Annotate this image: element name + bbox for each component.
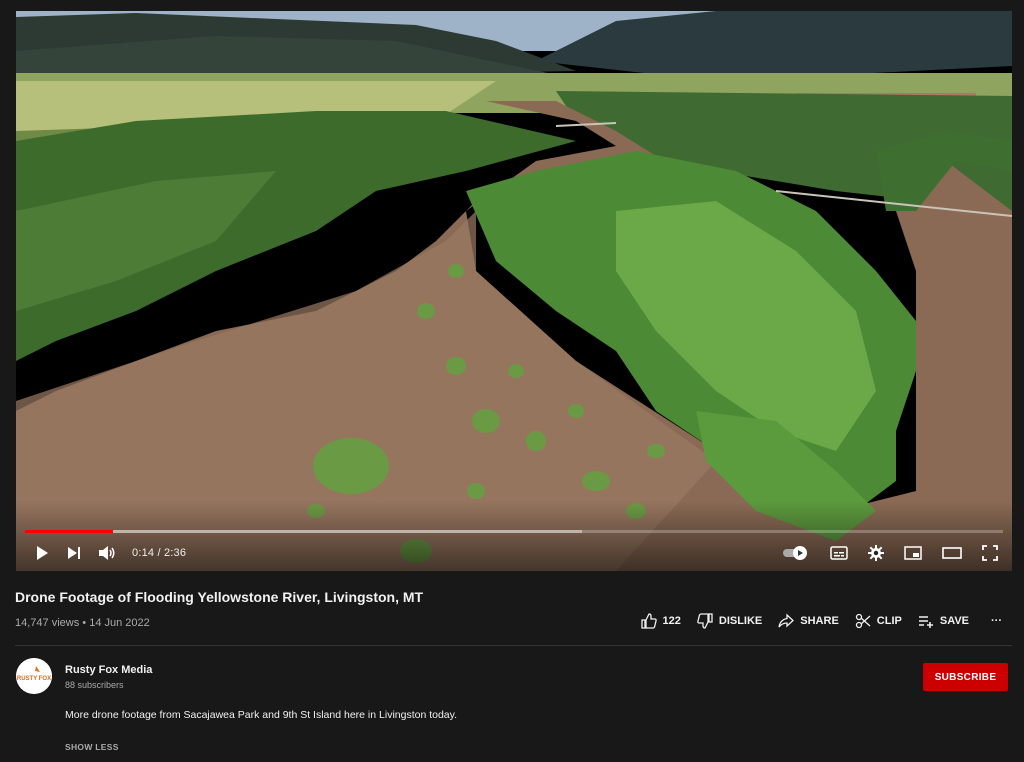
view-count: 14,747 views — [15, 617, 80, 629]
thumbs-up-icon — [640, 613, 657, 629]
player-controls: 0:14 / 2:36 — [16, 538, 1012, 568]
progress-played — [25, 530, 114, 533]
watch-page: 0:14 / 2:36 Drone Footage of Flooding Ye… — [0, 0, 1024, 762]
thumbs-down-icon — [697, 613, 713, 629]
more-actions-button[interactable]: ··· — [991, 615, 1002, 627]
volume-icon — [99, 546, 115, 560]
autoplay-toggle[interactable] — [782, 538, 810, 568]
subscriber-count: 88 subscribers — [65, 680, 124, 690]
video-meta: 14,747 views • 14 Jun 2022 — [15, 617, 150, 629]
dislike-button[interactable]: DISLIKE — [697, 613, 762, 629]
subtitles-button[interactable] — [830, 538, 848, 568]
channel-avatar[interactable]: RUSTY FOX — [16, 658, 52, 694]
autoplay-toggle-icon — [783, 546, 807, 560]
share-label: SHARE — [800, 615, 839, 627]
fullscreen-icon — [982, 545, 998, 561]
clip-button[interactable]: CLIP — [855, 613, 902, 629]
play-button[interactable] — [34, 538, 50, 568]
action-bar: 122 DISLIKE SHARE CLIP SAVE ··· — [625, 613, 1002, 629]
theater-mode-icon — [942, 547, 962, 559]
meta-separator: • — [82, 617, 87, 629]
clip-label: CLIP — [876, 615, 902, 627]
settings-gear-icon — [868, 545, 884, 561]
svg-text:RUSTY FOX: RUSTY FOX — [17, 676, 51, 682]
fullscreen-button[interactable] — [982, 538, 998, 568]
dislike-label: DISLIKE — [718, 615, 763, 627]
subtitles-icon — [830, 546, 848, 560]
time-display: 0:14 / 2:36 — [132, 547, 187, 559]
subscribe-button[interactable]: SUBSCRIBE — [923, 663, 1008, 691]
volume-button[interactable] — [98, 538, 116, 568]
video-description: More drone footage from Sacajawea Park a… — [65, 709, 458, 721]
playlist-add-icon — [918, 616, 933, 628]
miniplayer-icon — [904, 546, 922, 560]
show-less-button[interactable]: SHOW LESS — [65, 742, 119, 752]
video-player[interactable]: 0:14 / 2:36 — [16, 11, 1012, 571]
rusty-fox-logo-icon: RUSTY FOX — [16, 658, 52, 694]
channel-name[interactable]: Rusty Fox Media — [65, 664, 152, 676]
play-icon — [37, 546, 48, 560]
more-icon: ··· — [991, 615, 1002, 627]
section-divider — [15, 645, 1012, 646]
miniplayer-button[interactable] — [904, 538, 922, 568]
like-button[interactable]: 122 — [640, 613, 681, 629]
share-icon — [778, 613, 795, 628]
video-title: Drone Footage of Flooding Yellowstone Ri… — [15, 589, 424, 605]
theater-mode-button[interactable] — [942, 538, 962, 568]
next-icon — [68, 547, 80, 559]
save-label: SAVE — [939, 615, 969, 627]
progress-bar[interactable] — [25, 530, 1003, 533]
scissors-icon — [855, 613, 871, 629]
save-button[interactable]: SAVE — [918, 613, 969, 629]
share-button[interactable]: SHARE — [778, 613, 839, 629]
upload-date: 14 Jun 2022 — [89, 617, 150, 629]
video-frame-river-flood[interactable] — [16, 11, 1012, 571]
settings-button[interactable] — [868, 538, 884, 568]
next-button[interactable] — [66, 538, 82, 568]
like-count: 122 — [662, 615, 681, 627]
